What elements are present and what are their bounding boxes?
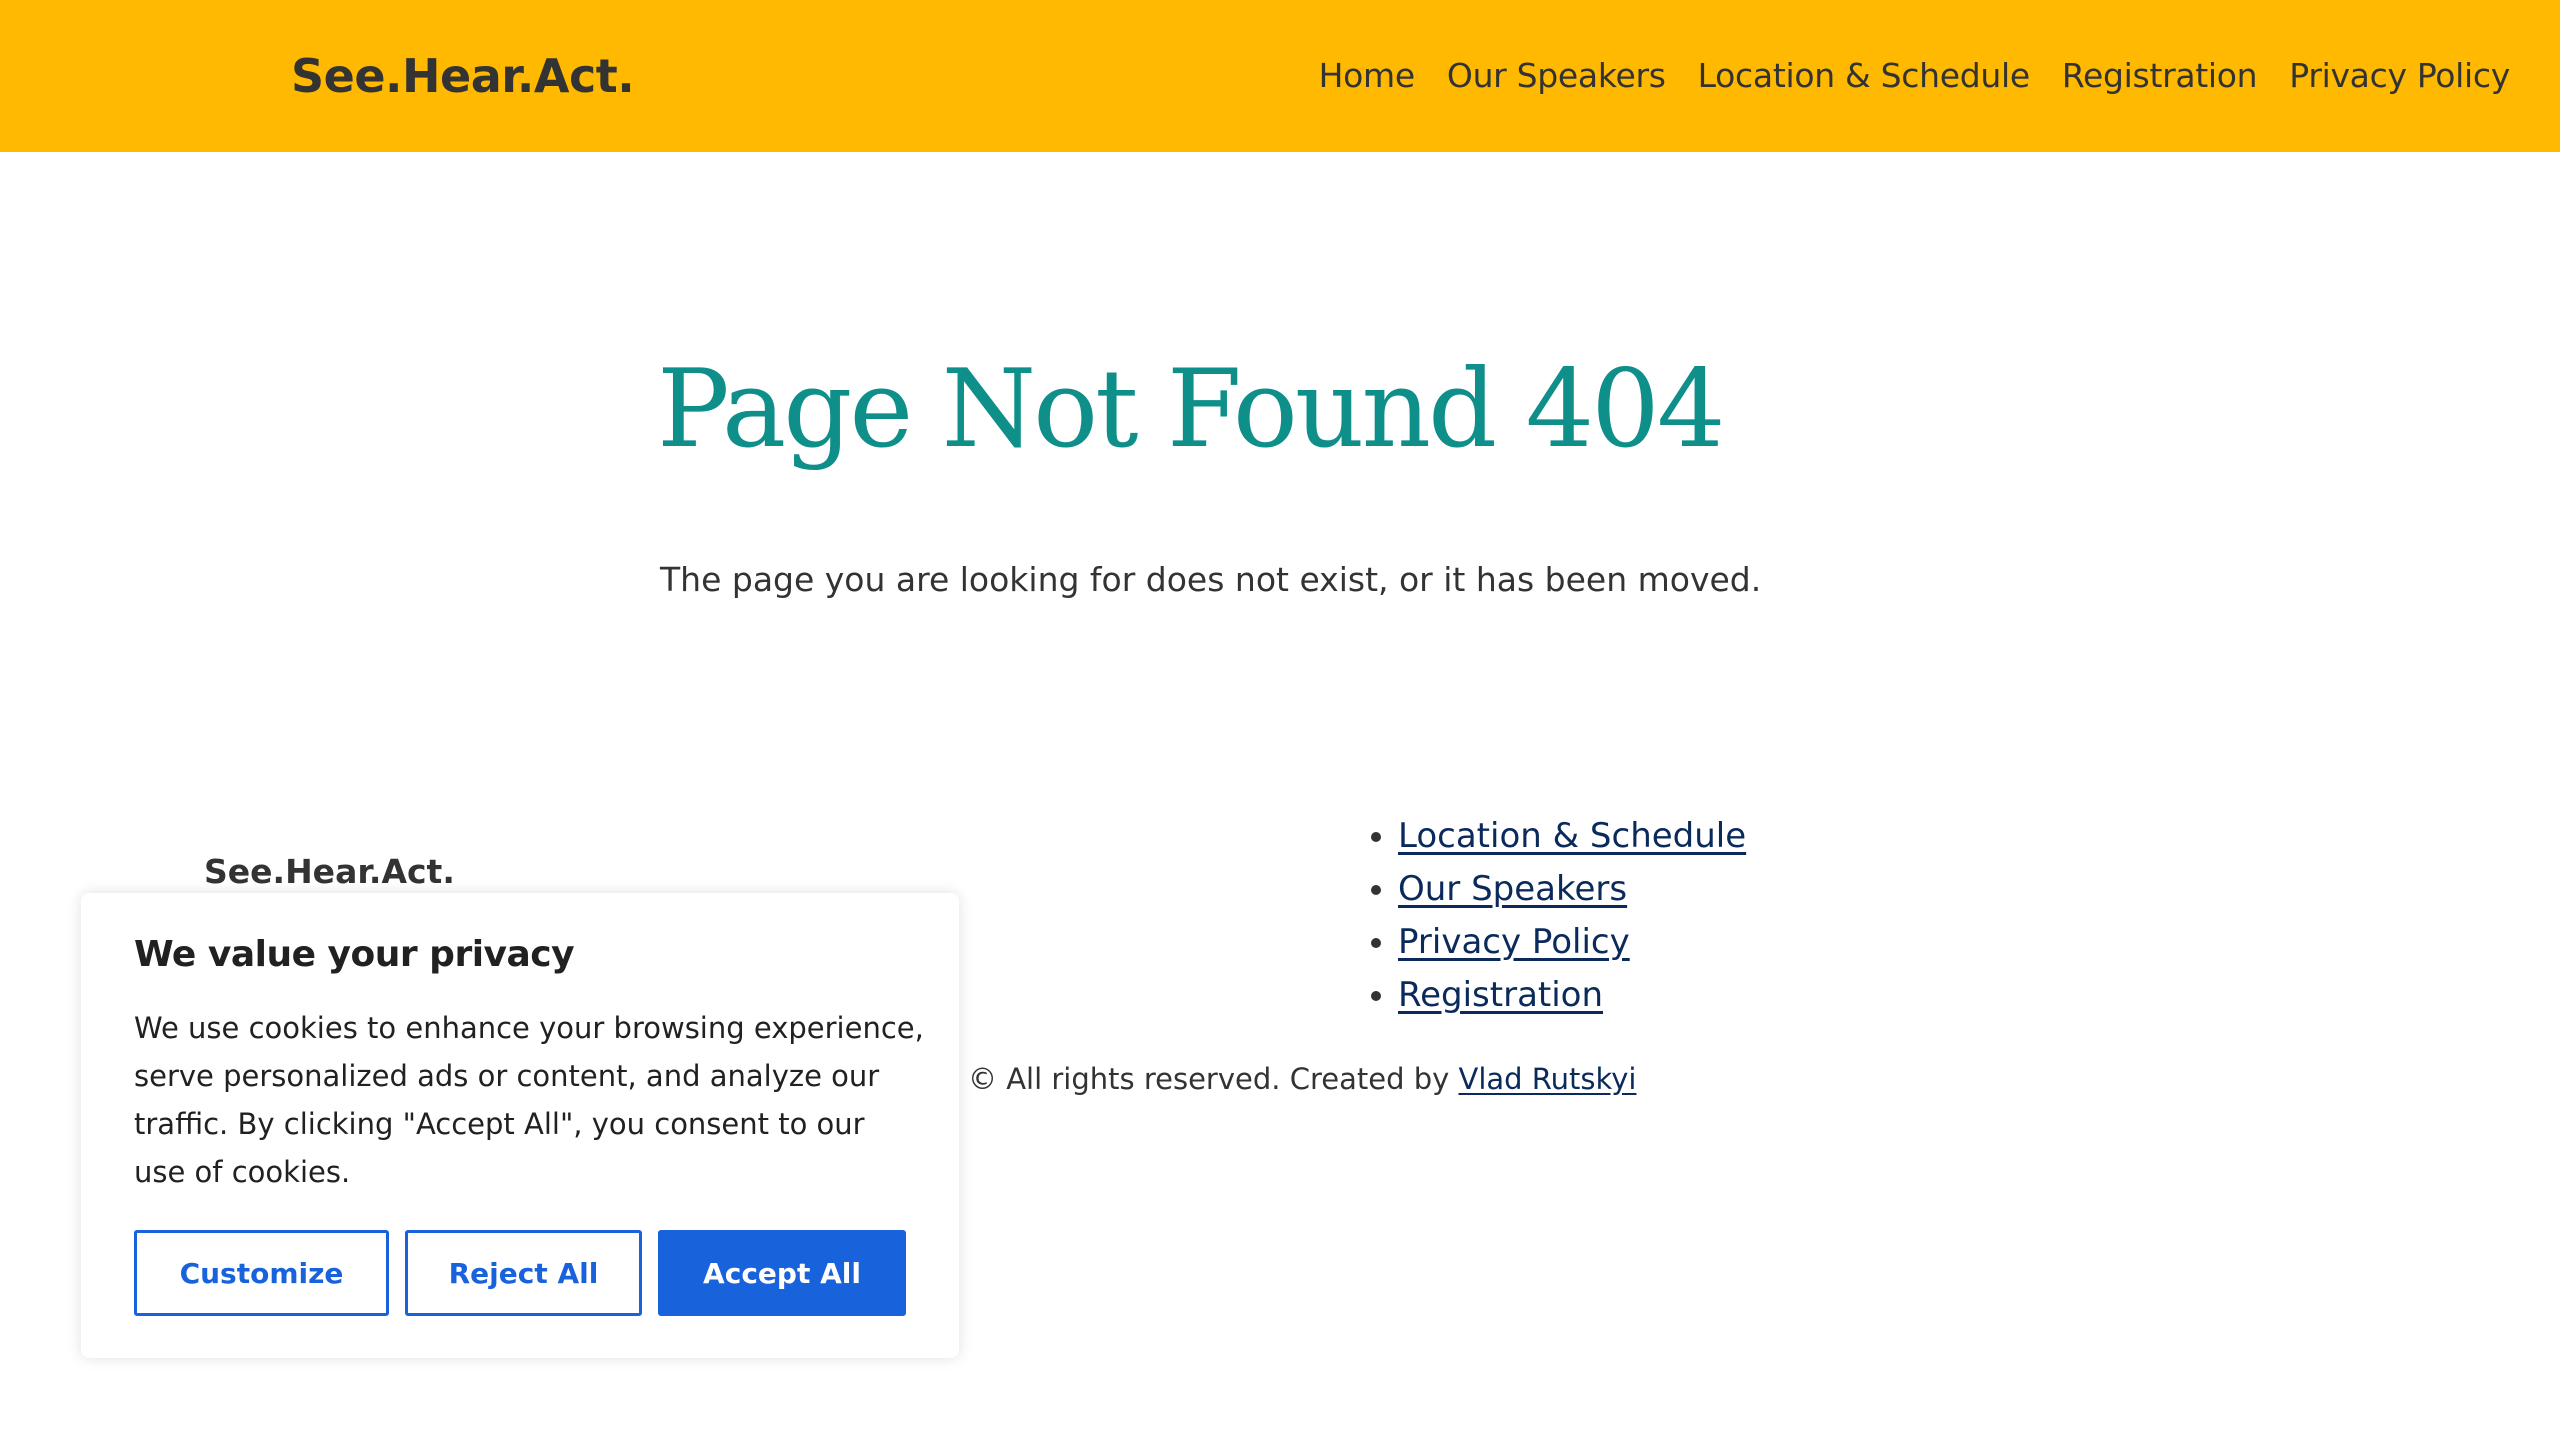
footer-site-title: See.Hear.Act. xyxy=(204,852,455,891)
nav-item-privacy-policy[interactable]: Privacy Policy xyxy=(2289,52,2510,100)
page-title: Page Not Found 404 xyxy=(657,347,1726,472)
author-link[interactable]: Vlad Rutskyi xyxy=(1458,1062,1636,1096)
list-item: Our Speakers xyxy=(1398,863,1746,916)
list-item: Privacy Policy xyxy=(1398,916,1746,969)
nav-item-home[interactable]: Home xyxy=(1319,52,1416,100)
list-item: Registration xyxy=(1398,969,1746,1022)
footer-link-registration[interactable]: Registration xyxy=(1398,975,1603,1015)
site-header: See.Hear.Act. Home Our Speakers Location… xyxy=(0,0,2560,152)
cookie-consent-banner: We value your privacy We use cookies to … xyxy=(81,893,959,1358)
copyright-text: © All rights reserved. Created by xyxy=(968,1062,1459,1096)
footer-links: Location & Schedule Our Speakers Privacy… xyxy=(1360,810,1746,1022)
not-found-message: The page you are looking for does not ex… xyxy=(660,560,1762,599)
accept-all-button[interactable]: Accept All xyxy=(658,1230,906,1316)
nav-item-location-schedule[interactable]: Location & Schedule xyxy=(1698,52,2031,100)
copyright-notice: © All rights reserved. Created by Vlad R… xyxy=(968,1059,1636,1099)
cookie-actions: Customize Reject All Accept All xyxy=(134,1230,906,1316)
nav-item-our-speakers[interactable]: Our Speakers xyxy=(1447,52,1666,100)
footer-link-our-speakers[interactable]: Our Speakers xyxy=(1398,869,1627,909)
cookie-banner-title: We value your privacy xyxy=(134,934,575,975)
main-nav: Home Our Speakers Location & Schedule Re… xyxy=(1319,52,2511,100)
cookie-banner-text: We use cookies to enhance your browsing … xyxy=(134,1011,924,1189)
footer-link-privacy-policy[interactable]: Privacy Policy xyxy=(1398,922,1630,962)
customize-button[interactable]: Customize xyxy=(134,1230,389,1316)
reject-all-button[interactable]: Reject All xyxy=(405,1230,642,1316)
nav-item-registration[interactable]: Registration xyxy=(2062,52,2258,100)
footer-link-location-schedule[interactable]: Location & Schedule xyxy=(1398,816,1746,856)
list-item: Location & Schedule xyxy=(1398,810,1746,863)
site-title-link[interactable]: See.Hear.Act. xyxy=(291,44,635,108)
